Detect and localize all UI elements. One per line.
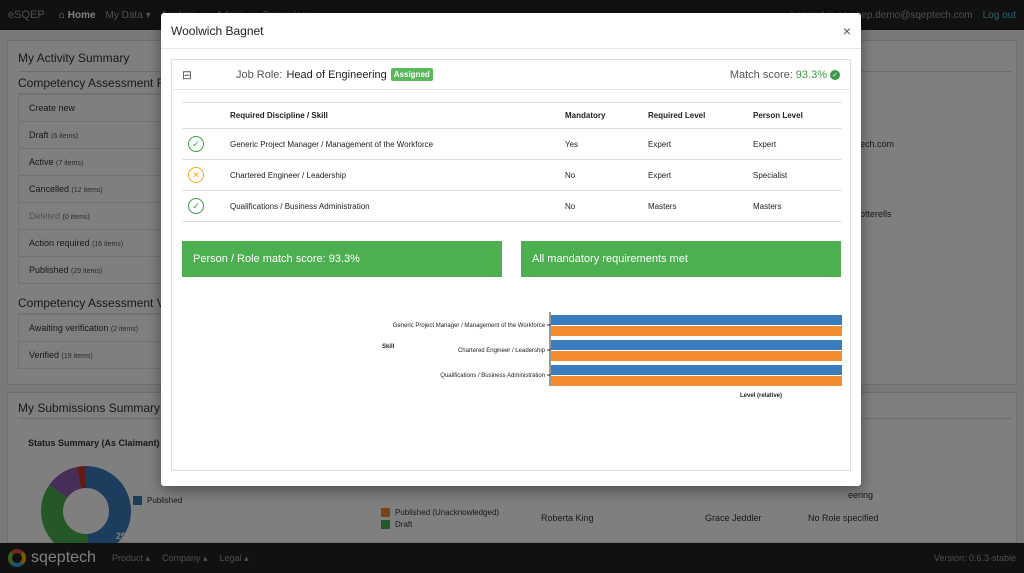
chart-bar bbox=[551, 351, 842, 361]
person-level-header: Person Level bbox=[753, 102, 842, 129]
match-score: Match score: 93.3% ✓ bbox=[730, 69, 840, 81]
person-level-cell: Masters bbox=[753, 190, 842, 222]
close-icon[interactable]: × bbox=[843, 23, 851, 39]
assigned-badge: Assigned bbox=[390, 68, 433, 81]
chart-bar bbox=[551, 315, 842, 325]
requirements-table: Required Discipline / Skill Mandatory Re… bbox=[182, 102, 842, 222]
status-header bbox=[182, 102, 230, 129]
status-cell: ✕ bbox=[182, 159, 230, 191]
person-level-cell: Specialist bbox=[753, 159, 842, 191]
skill-cell: Generic Project Manager / Management of … bbox=[230, 128, 565, 160]
chart-svg: Skill Level (relative) Generic Project M… bbox=[382, 312, 842, 399]
x-circle-icon: ✕ bbox=[188, 167, 204, 183]
x-axis-label: Level (relative) bbox=[740, 393, 782, 399]
status-cell: ✓ bbox=[182, 128, 230, 160]
chart-bar bbox=[551, 365, 842, 375]
job-role-name: Head of Engineering bbox=[286, 68, 387, 81]
mandatory-cell: Yes bbox=[565, 128, 648, 160]
check-icon: ✓ bbox=[830, 69, 840, 80]
table-row: ✓ Generic Project Manager / Management o… bbox=[182, 128, 842, 160]
mandatory-cell: No bbox=[565, 159, 648, 191]
modal-body: ⊟ Job Role: Head of Engineering Assigned… bbox=[171, 59, 851, 471]
modal-title: Woolwich Bagnet bbox=[171, 23, 264, 38]
match-score-value: 93.3% bbox=[795, 68, 827, 81]
skill-cell: Chartered Engineer / Leadership bbox=[230, 159, 565, 191]
chart-bar bbox=[551, 340, 842, 350]
mandatory-header: Mandatory bbox=[565, 102, 648, 129]
modal-header: Woolwich Bagnet × bbox=[161, 13, 861, 49]
check-circle-icon: ✓ bbox=[188, 136, 204, 152]
chart-bar bbox=[551, 326, 842, 336]
match-score-box: Person / Role match score: 93.3% bbox=[182, 241, 502, 277]
table-header-row: Required Discipline / Skill Mandatory Re… bbox=[182, 102, 842, 129]
skill-cell: Qualifications / Business Administration bbox=[230, 190, 565, 222]
skill-level-chart: Skill Level (relative) Generic Project M… bbox=[172, 300, 852, 410]
mandatory-cell: No bbox=[565, 190, 648, 222]
role-header: ⊟ Job Role: Head of Engineering Assigned… bbox=[172, 60, 850, 90]
check-circle-icon: ✓ bbox=[188, 198, 204, 214]
y-axis-label: Skill bbox=[382, 344, 395, 350]
match-modal: Woolwich Bagnet × ⊟ Job Role: Head of En… bbox=[161, 13, 861, 486]
required-level-cell: Expert bbox=[648, 159, 753, 191]
mandatory-met-box: All mandatory requirements met bbox=[521, 241, 841, 277]
required-level-cell: Masters bbox=[648, 190, 753, 222]
chart-bar bbox=[551, 376, 842, 386]
person-level-cell: Expert bbox=[753, 128, 842, 160]
table-row: ✕ Chartered Engineer / Leadership No Exp… bbox=[182, 159, 842, 191]
collapse-icon[interactable]: ⊟ bbox=[182, 68, 196, 82]
required-level-cell: Expert bbox=[648, 128, 753, 160]
y-tick-label: Qualifications / Business Administration bbox=[440, 373, 545, 379]
skill-header: Required Discipline / Skill bbox=[230, 102, 565, 129]
y-tick-label: Generic Project Manager / Management of … bbox=[393, 323, 546, 329]
job-role-label: Job Role: bbox=[236, 68, 283, 81]
table-row: ✓ Qualifications / Business Administrati… bbox=[182, 190, 842, 222]
status-cell: ✓ bbox=[182, 190, 230, 222]
y-tick-label: Chartered Engineer / Leadership bbox=[458, 348, 546, 354]
match-score-label: Match score: bbox=[729, 68, 793, 81]
required-level-header: Required Level bbox=[648, 102, 753, 129]
